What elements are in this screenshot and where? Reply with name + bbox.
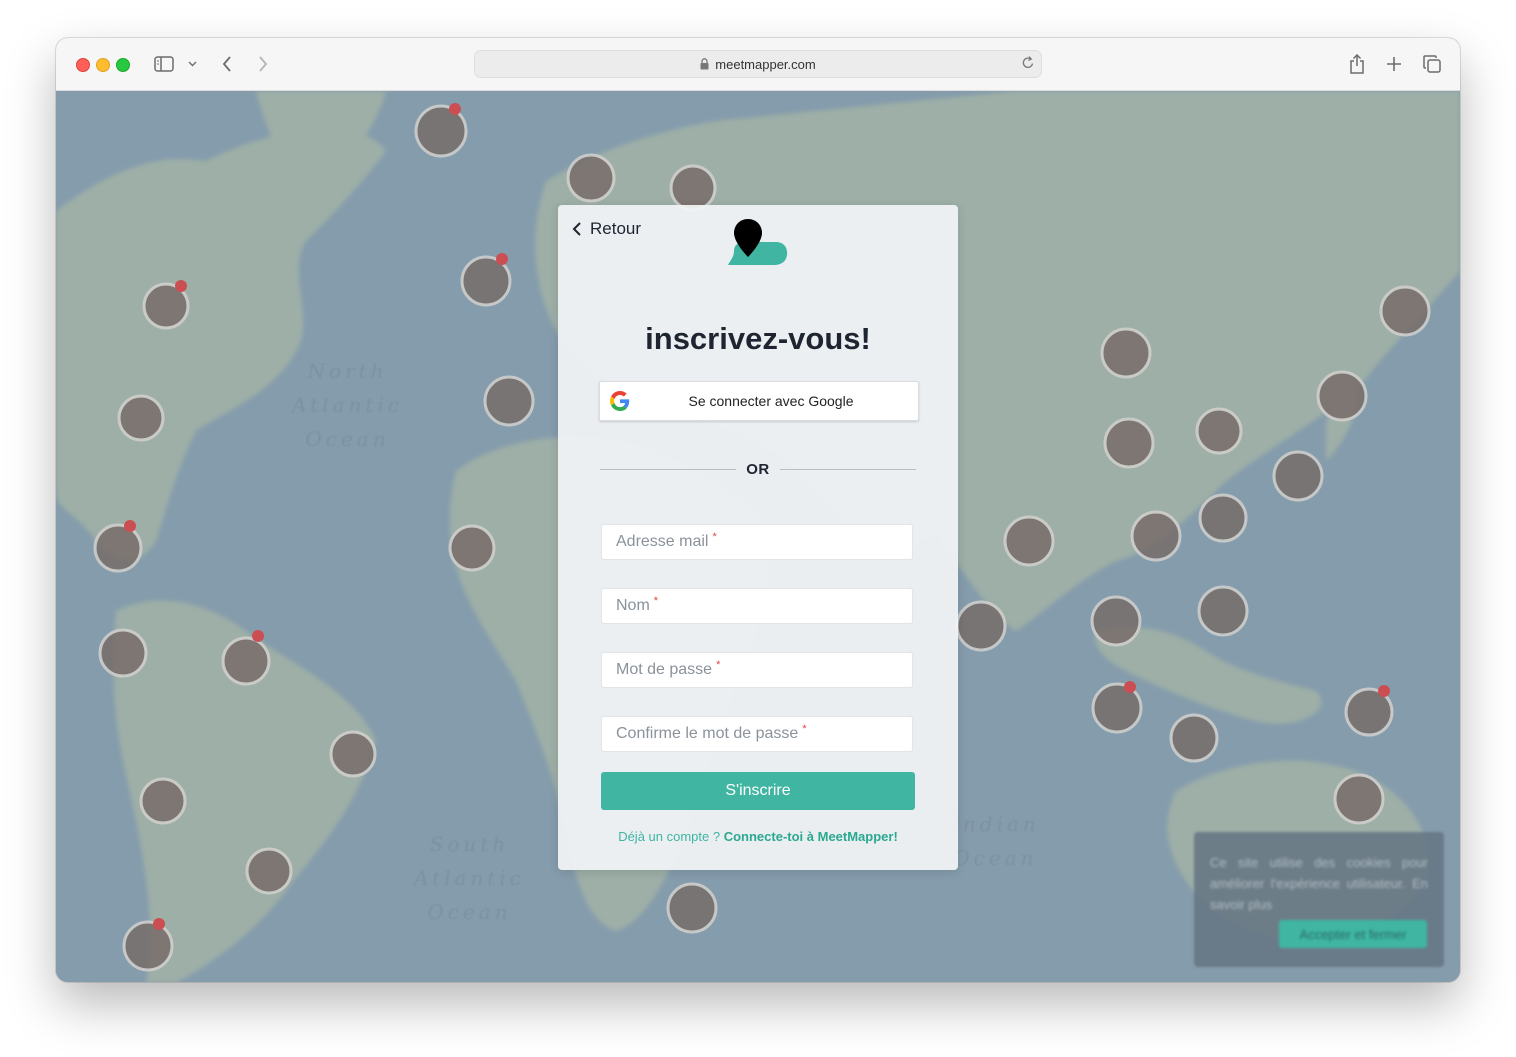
cookie-accept-button[interactable]: Accepter et fermer xyxy=(1279,920,1427,948)
back-button[interactable]: Retour xyxy=(572,219,641,239)
required-mark: * xyxy=(712,531,717,543)
cookie-text: Ce site utilise des cookies pour amélior… xyxy=(1210,855,1428,912)
or-divider: OR xyxy=(600,459,916,479)
sidebar-toggle-icon[interactable] xyxy=(152,52,176,76)
url-text: meetmapper.com xyxy=(715,56,816,72)
divider-line-right xyxy=(780,469,916,470)
close-window-button[interactable] xyxy=(76,58,90,72)
email-field[interactable]: Adresse mail * xyxy=(601,524,913,560)
forward-arrow-icon[interactable] xyxy=(252,52,274,76)
chevron-down-icon[interactable] xyxy=(184,52,200,76)
tab-overview-icon[interactable] xyxy=(1421,52,1443,76)
signup-modal: Retour inscrivez-vous! Se connecter avec… xyxy=(558,205,958,870)
login-prompt: Déjà un compte ? Connecte-toi à MeetMapp… xyxy=(558,829,958,844)
lock-icon xyxy=(700,58,709,70)
signup-submit-button[interactable]: S'inscrire xyxy=(601,772,915,810)
email-placeholder: Adresse mail xyxy=(616,533,709,550)
required-mark: * xyxy=(653,595,659,607)
google-button-label: Se connecter avec Google xyxy=(688,393,854,409)
new-tab-icon[interactable] xyxy=(1383,52,1405,76)
share-icon[interactable] xyxy=(1346,52,1368,76)
chevron-left-icon xyxy=(572,222,581,236)
name-field[interactable]: Nom * xyxy=(601,588,913,624)
cookie-banner: Ce site utilise des cookies pour amélior… xyxy=(1194,832,1444,967)
minimize-window-button[interactable] xyxy=(96,58,110,72)
address-bar[interactable]: meetmapper.com xyxy=(474,50,1042,78)
confirm-password-placeholder: Confirme le mot de passe xyxy=(616,725,799,742)
google-icon xyxy=(610,391,630,411)
required-mark: * xyxy=(716,659,721,671)
back-label: Retour xyxy=(590,219,642,238)
page-title: inscrivez-vous! xyxy=(645,321,871,356)
browser-window: meetmapper.com North Atlantic Ocean Sout… xyxy=(56,38,1460,982)
browser-toolbar: meetmapper.com xyxy=(56,38,1460,91)
password-placeholder: Mot de passe xyxy=(616,661,713,678)
login-link[interactable]: Connecte-toi à MeetMapper! xyxy=(724,829,898,844)
login-prompt-text: Déjà un compte ? xyxy=(618,829,721,844)
reload-icon[interactable] xyxy=(1021,55,1035,71)
back-arrow-icon[interactable] xyxy=(216,52,238,76)
fullscreen-window-button[interactable] xyxy=(116,58,130,72)
confirm-password-field[interactable]: Confirme le mot de passe * xyxy=(601,716,913,752)
name-placeholder: Nom xyxy=(616,597,650,614)
google-signin-button[interactable]: Se connecter avec Google xyxy=(599,381,919,421)
required-mark: * xyxy=(802,723,807,735)
meetmapper-logo xyxy=(726,219,788,280)
password-field[interactable]: Mot de passe * xyxy=(601,652,913,688)
page-content: North Atlantic Ocean South Atlantic Ocea… xyxy=(56,91,1460,982)
